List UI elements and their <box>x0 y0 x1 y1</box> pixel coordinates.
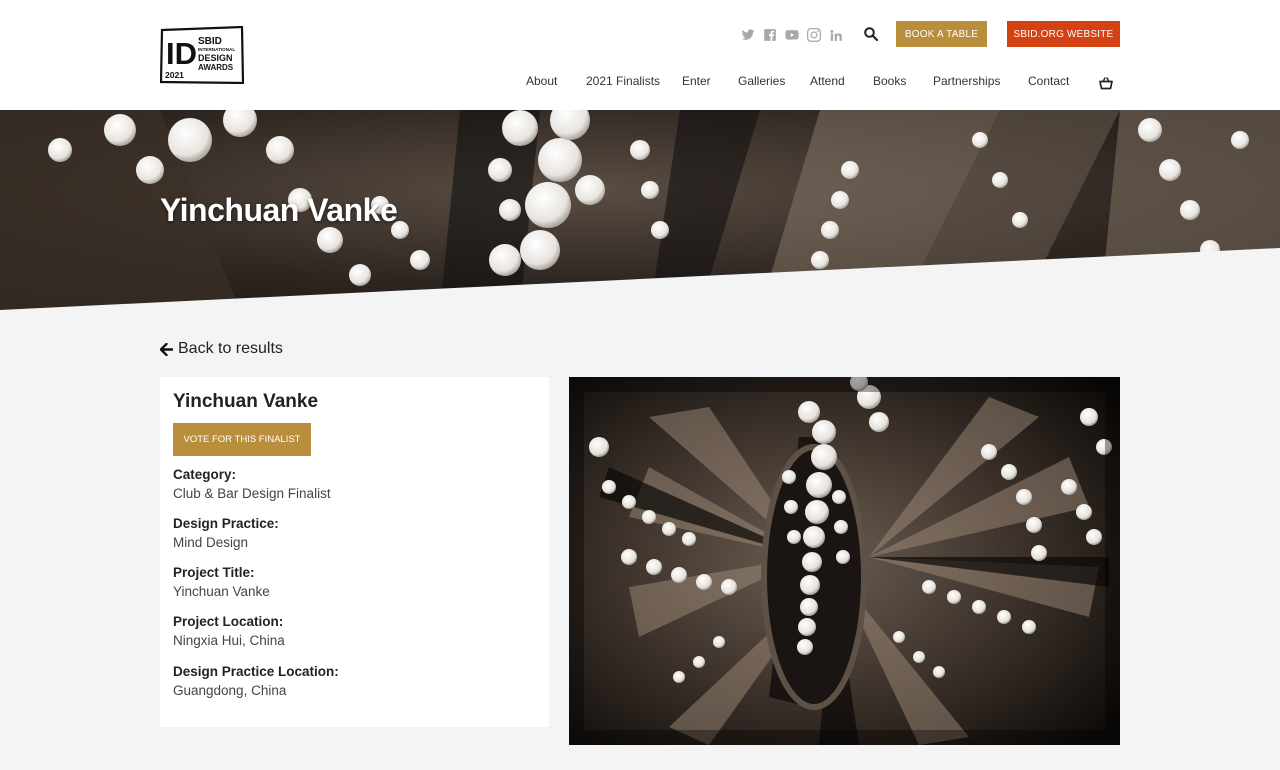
nav-galleries[interactable]: Galleries <box>738 74 785 88</box>
project-name: Yinchuan Vanke <box>173 391 319 412</box>
field-value: Mind Design <box>173 535 249 550</box>
nav-partnerships[interactable]: Partnerships <box>933 74 1000 88</box>
svg-text:SBID: SBID <box>198 36 222 47</box>
youtube-icon[interactable] <box>784 27 799 42</box>
hero-title: Yinchuan Vanke <box>160 192 398 228</box>
project-image <box>569 377 1120 745</box>
svg-text:INTERNATIONAL: INTERNATIONAL <box>198 47 235 52</box>
field-design-practice: Design Practice: Mind Design <box>173 516 279 554</box>
field-label: Category: <box>173 467 237 482</box>
field-project-title: Project Title: Yinchuan Vanke <box>173 565 270 603</box>
field-label: Project Location: <box>173 614 284 629</box>
field-label: Design Practice Location: <box>173 664 339 679</box>
back-label: Back to results <box>178 340 283 357</box>
book-table-button[interactable]: BOOK A TABLE <box>896 21 987 47</box>
vote-button[interactable]: VOTE FOR THIS FINALIST <box>173 423 311 456</box>
project-photo[interactable] <box>569 377 1120 745</box>
nav-contact[interactable]: Contact <box>1028 74 1069 88</box>
nav-books[interactable]: Books <box>873 74 906 88</box>
field-practice-location: Design Practice Location: Guangdong, Chi… <box>173 664 339 702</box>
linkedin-icon[interactable] <box>828 27 843 42</box>
field-value: Yinchuan Vanke <box>173 584 270 599</box>
sbid-website-button[interactable]: SBID.ORG WEBSITE <box>1007 21 1120 47</box>
main-nav: About 2021 Finalists Enter Galleries Att… <box>0 74 1280 90</box>
finalist-info-card: Yinchuan Vanke VOTE FOR THIS FINALIST Ca… <box>160 377 549 727</box>
nav-enter[interactable]: Enter <box>682 74 711 88</box>
field-category: Category: Club & Bar Design Finalist <box>173 467 331 505</box>
svg-text:ID: ID <box>166 36 197 71</box>
svg-text:DESIGN: DESIGN <box>198 53 233 63</box>
social-links <box>740 27 843 42</box>
field-project-location: Project Location: Ningxia Hui, China <box>173 614 285 652</box>
facebook-icon[interactable] <box>762 27 777 42</box>
field-label: Design Practice: <box>173 516 279 531</box>
site-header: ID SBID INTERNATIONAL DESIGN AWARDS 2021… <box>0 0 1280 110</box>
instagram-icon[interactable] <box>806 27 821 42</box>
field-value: Guangdong, China <box>173 683 287 698</box>
back-to-results-link[interactable]: Back to results <box>160 340 283 358</box>
nav-finalists[interactable]: 2021 Finalists <box>586 74 660 88</box>
svg-text:AWARDS: AWARDS <box>198 63 234 72</box>
field-value: Ningxia Hui, China <box>173 633 285 648</box>
basket-icon[interactable] <box>1099 77 1113 90</box>
search-icon[interactable] <box>863 26 879 42</box>
nav-about[interactable]: About <box>526 74 557 88</box>
hero-banner: Yinchuan Vanke <box>0 110 1280 310</box>
field-value: Club & Bar Design Finalist <box>173 486 331 501</box>
nav-attend[interactable]: Attend <box>810 74 845 88</box>
arrow-left-icon <box>160 342 173 356</box>
twitter-icon[interactable] <box>740 27 755 42</box>
field-label: Project Title: <box>173 565 255 580</box>
